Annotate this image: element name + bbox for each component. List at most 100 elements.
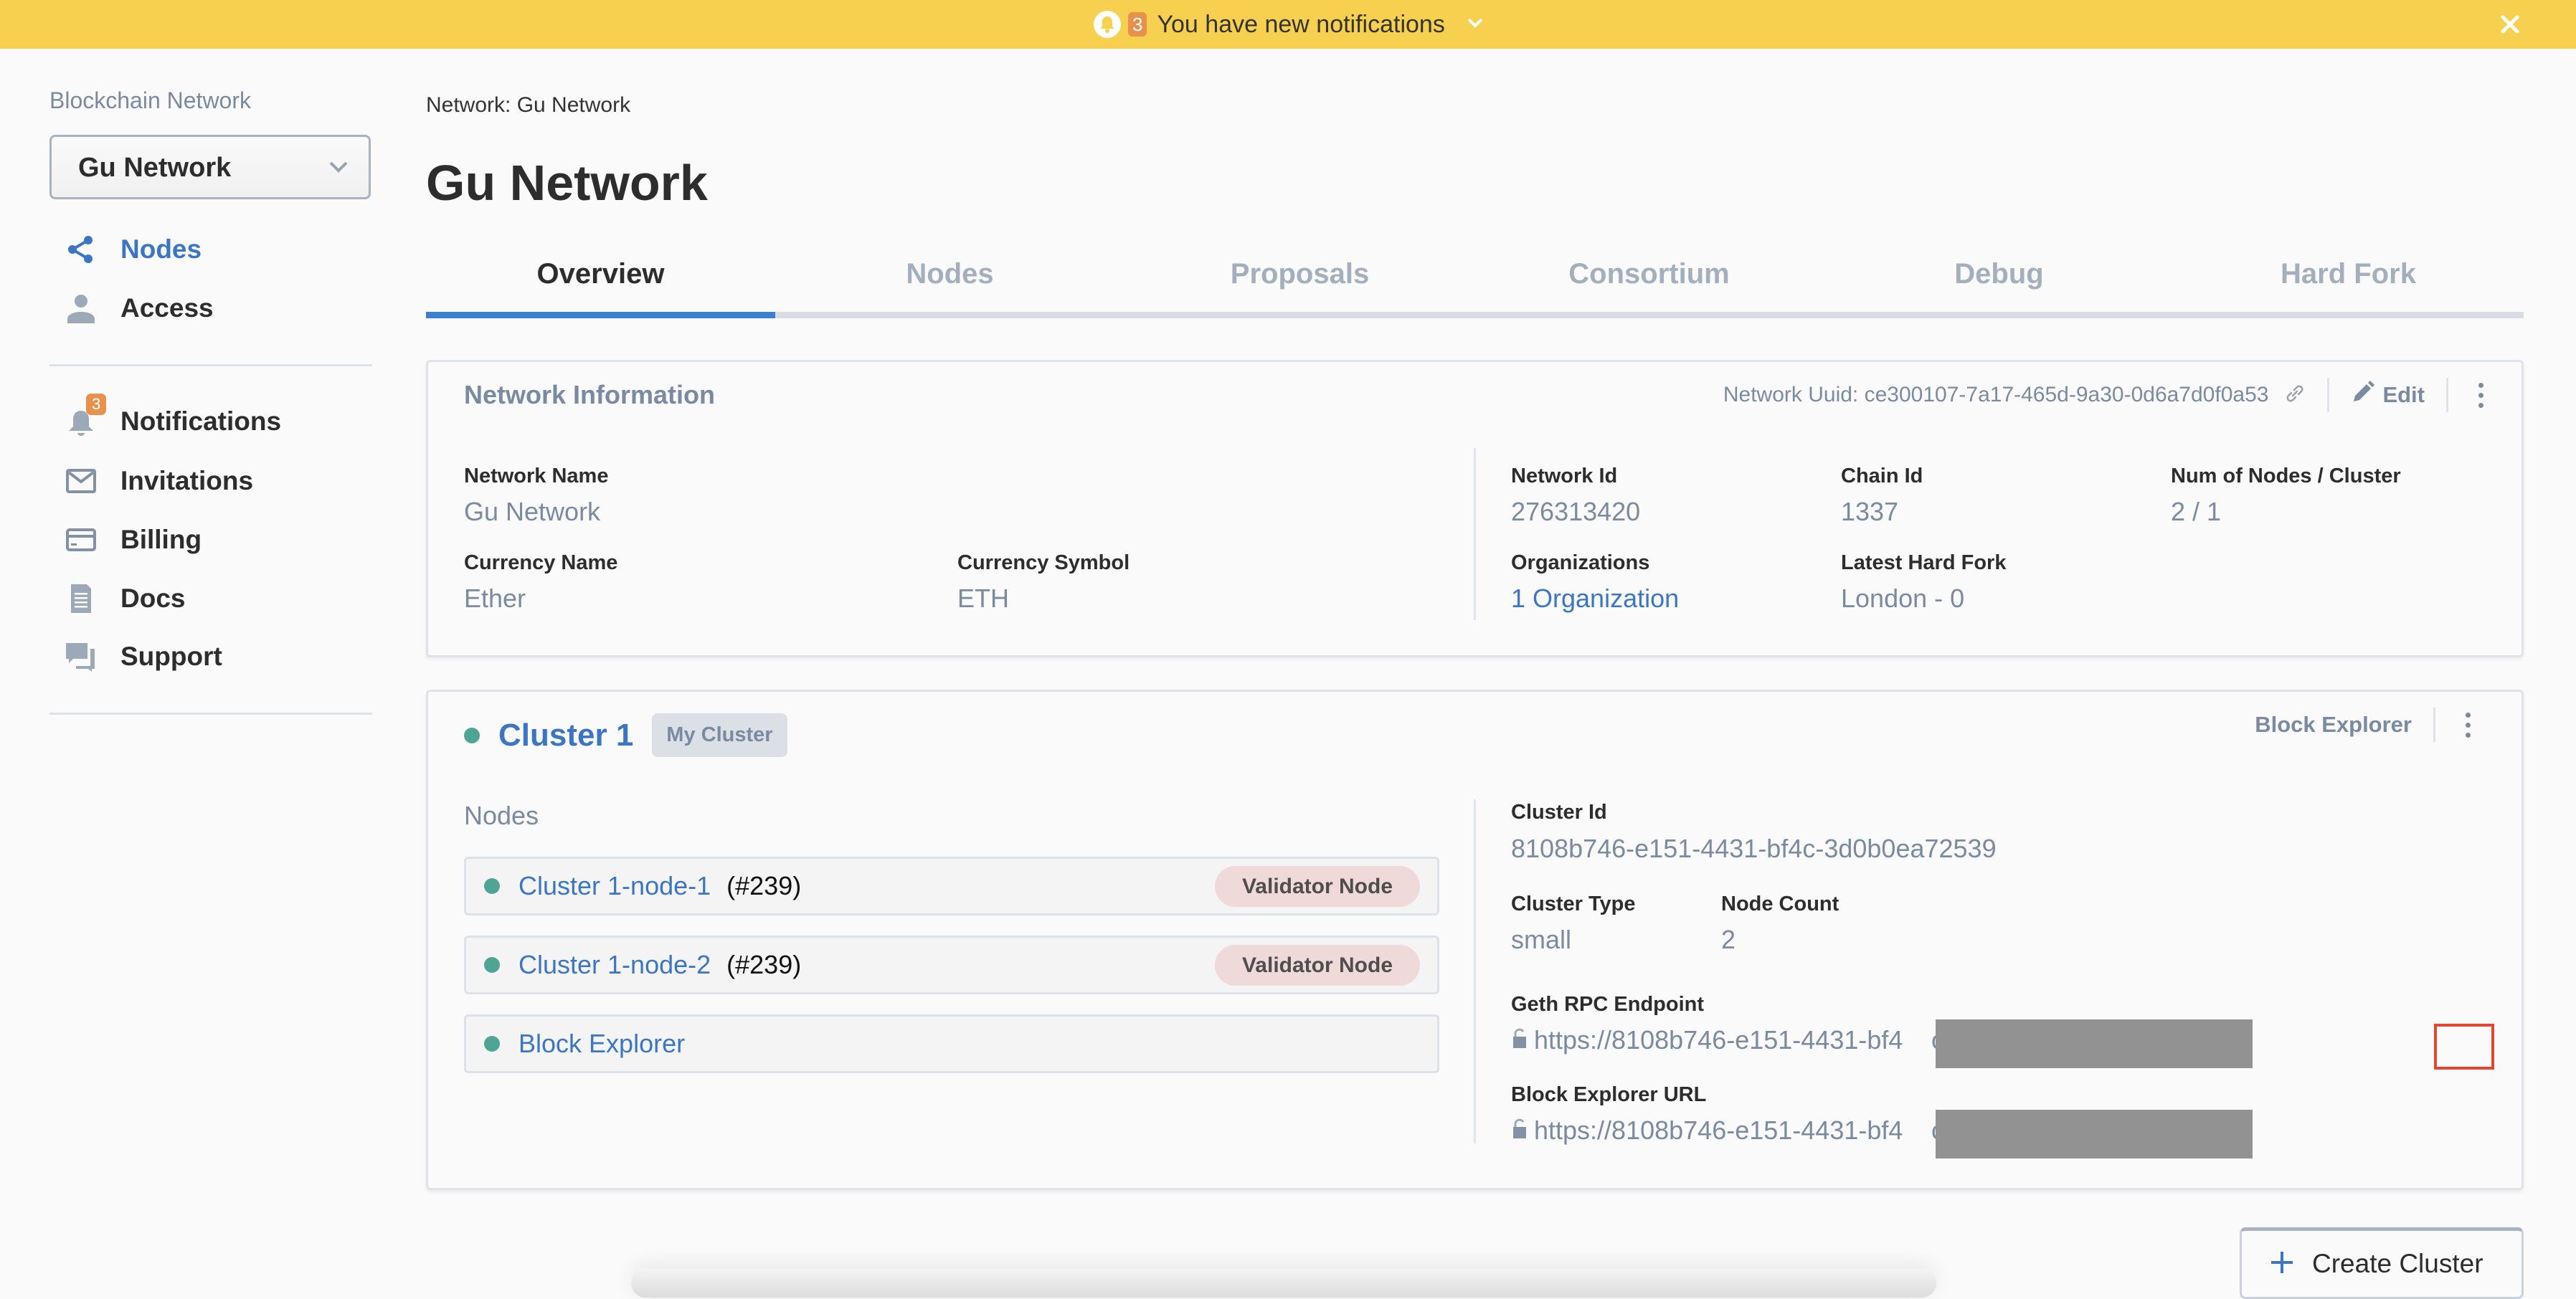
notification-message: You have new notifications [1157, 10, 1445, 38]
node-role-badge: Validator Node [1214, 866, 1420, 907]
tab-proposals[interactable]: Proposals [1125, 244, 1474, 318]
notification-count-badge: 3 [86, 394, 107, 415]
sidebar-item-label: Support [120, 642, 222, 671]
create-cluster-button[interactable]: Create Cluster [2240, 1227, 2524, 1299]
breadcrumb: Network: Gu Network [426, 93, 631, 117]
bell-icon: 3 [66, 394, 107, 437]
notification-summary[interactable]: 3 You have new notifications [1094, 0, 1484, 49]
sidebar-item-label: Notifications [120, 406, 282, 436]
field-label: Cluster Type [1511, 893, 1636, 915]
field-label: Geth RPC Endpoint [1511, 993, 1705, 1016]
sidebar-item-docs[interactable]: Docs [66, 577, 185, 620]
sidebar-item-billing[interactable]: Billing [66, 518, 202, 561]
column-divider [1474, 448, 1476, 620]
create-cluster-label: Create Cluster [2312, 1249, 2483, 1278]
geth-rpc-endpoint: https://8108b746-e151-4431-bf4 cbwv5xlt3… [1511, 1025, 2176, 1055]
field-label: Currency Name [464, 551, 618, 574]
unlock-icon [1511, 1028, 1528, 1053]
organizations-link[interactable]: 1 Organization [1511, 584, 1679, 614]
status-dot [464, 727, 480, 743]
tab-nodes[interactable]: Nodes [775, 244, 1124, 318]
tab-overview[interactable]: Overview [426, 244, 775, 318]
field-label: Chain Id [1841, 465, 1923, 487]
chain-id-value: 1337 [1841, 497, 1899, 526]
status-dot [484, 878, 500, 894]
active-tab-indicator [426, 312, 775, 318]
node-number: (#239) [726, 950, 802, 979]
status-dot [484, 1036, 500, 1052]
more-options-icon[interactable] [2457, 712, 2478, 738]
chevron-down-icon[interactable] [1467, 17, 1484, 32]
more-options-icon[interactable] [2470, 382, 2491, 408]
notification-count-badge: 3 [1128, 12, 1147, 37]
sidebar-section-label: Blockchain Network [49, 87, 251, 113]
tab-bar: Overview Nodes Proposals Consortium Debu… [426, 244, 2524, 318]
field-label: Organizations [1511, 551, 1650, 574]
field-label: Num of Nodes / Cluster [2171, 465, 2401, 487]
block-explorer-url-start: https://8108b746-e151-4431-bf4 [1534, 1115, 1903, 1145]
block-explorer-url: https://8108b746-e151-4431-bf4 cbwv5xlt3… [1511, 1115, 2176, 1146]
person-icon [66, 293, 96, 323]
sidebar-item-nodes[interactable]: Nodes [66, 228, 202, 271]
node-number: (#239) [726, 871, 802, 900]
field-label: Network Id [1511, 465, 1618, 487]
block-explorer-button[interactable]: Block Explorer [2255, 712, 2412, 738]
field-label: Currency Symbol [957, 551, 1130, 574]
sidebar-item-label: Docs [120, 584, 186, 613]
bell-icon [1094, 11, 1121, 38]
edit-label: Edit [2382, 382, 2425, 407]
share-nodes-icon [66, 234, 96, 265]
card-title: Network Information [464, 380, 716, 409]
node-name-link[interactable]: Cluster 1-node-2 [518, 950, 711, 980]
close-icon[interactable] [2496, 10, 2524, 39]
cluster-header-actions: Block Explorer [2255, 708, 2478, 742]
page-title: Gu Network [426, 155, 708, 211]
nodes-heading: Nodes [464, 801, 539, 830]
field-label: Node Count [1721, 893, 1839, 915]
network-id-value: 276313420 [1511, 497, 1641, 526]
cluster-header: Cluster 1 My Cluster [464, 713, 787, 757]
cluster-name-link[interactable]: Cluster 1 [498, 718, 633, 753]
field-label: Network Name [464, 465, 609, 487]
node-count-value: 2 [1721, 925, 1736, 954]
node-row[interactable]: Block Explorer [464, 1014, 1439, 1073]
notification-bar[interactable]: 3 You have new notifications [0, 0, 2576, 49]
node-name-link[interactable]: Block Explorer [518, 1029, 685, 1059]
currency-name-value: Ether [464, 584, 526, 613]
sidebar-divider [49, 713, 372, 715]
sidebar-item-label: Access [120, 293, 214, 323]
unlock-icon [1511, 1118, 1528, 1143]
node-row[interactable]: Cluster 1-node-1 (#239) Validator Node [464, 857, 1439, 915]
latest-hard-fork-value: London - 0 [1841, 584, 1965, 613]
plus-icon [2269, 1250, 2295, 1279]
sidebar-item-label: Invitations [120, 466, 254, 495]
field-label: Cluster Id [1511, 801, 1607, 824]
envelope-icon [66, 466, 96, 496]
sidebar-divider [49, 364, 372, 366]
tab-hard-fork[interactable]: Hard Fork [2174, 244, 2523, 318]
header-separator [2433, 708, 2435, 742]
edit-button[interactable]: Edit [2351, 380, 2425, 410]
field-label: Latest Hard Fork [1841, 551, 2007, 574]
node-name-link[interactable]: Cluster 1-node-1 [518, 871, 711, 901]
network-select[interactable]: Gu Network [49, 135, 371, 199]
copy-link-icon[interactable] [2284, 383, 2306, 408]
column-divider [1474, 799, 1476, 1143]
tab-consortium[interactable]: Consortium [1474, 244, 1824, 318]
toast-shadow [631, 1269, 1936, 1298]
highlight-box [2434, 1024, 2494, 1070]
chevron-down-icon [328, 160, 349, 178]
field-label: Block Explorer URL [1511, 1083, 1707, 1106]
nodes-per-cluster-value: 2 / 1 [2171, 497, 2222, 526]
sidebar-item-invitations[interactable]: Invitations [66, 460, 253, 503]
sidebar-item-notifications[interactable]: 3 Notifications [66, 394, 282, 443]
sidebar-item-support[interactable]: Support [66, 635, 222, 678]
credit-card-icon [66, 525, 96, 555]
tab-debug[interactable]: Debug [1824, 244, 2174, 318]
node-row[interactable]: Cluster 1-node-2 (#239) Validator Node [464, 936, 1439, 994]
redacted-region [1936, 1019, 2253, 1068]
status-dot [484, 957, 500, 973]
sidebar-item-label: Billing [120, 525, 202, 554]
cluster-type-value: small [1511, 925, 1572, 954]
sidebar-item-access[interactable]: Access [66, 287, 214, 330]
